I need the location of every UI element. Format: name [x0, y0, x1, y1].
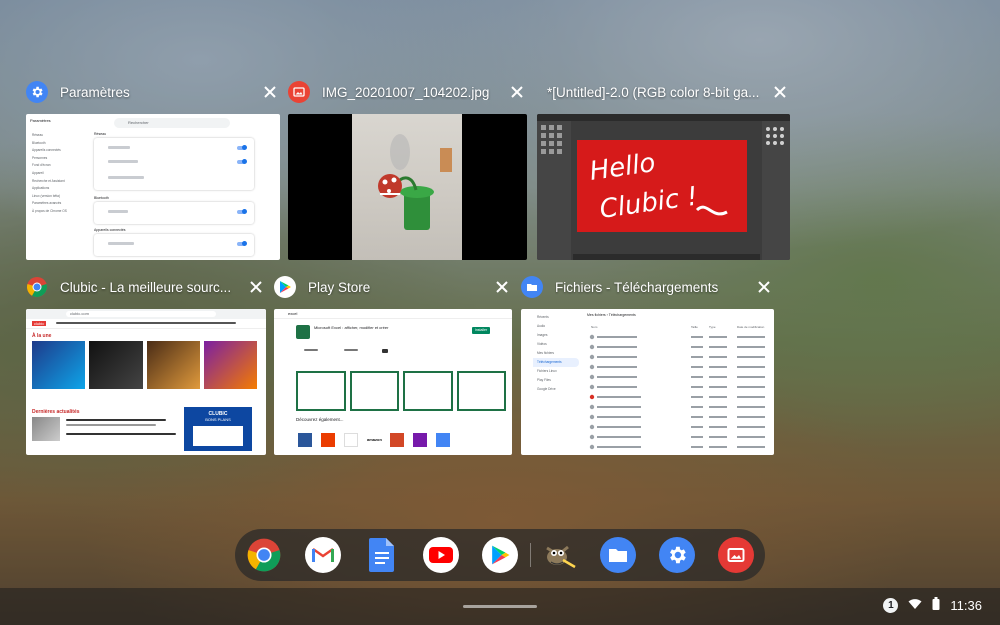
- window-title: Play Store: [308, 279, 371, 295]
- network-card: [94, 138, 254, 190]
- gimp-icon[interactable]: [541, 537, 577, 573]
- file-list: [587, 333, 770, 455]
- youtube-icon[interactable]: [423, 537, 459, 573]
- window-card-gimp[interactable]: *[Untitled]-2.0 (RGB color 8-bit ga... H…: [537, 80, 790, 260]
- section-heading: Réseau: [94, 132, 107, 136]
- window-thumbnail: clubic.com clubic À la une Dernières act…: [26, 309, 266, 455]
- site-logo: clubic: [32, 321, 47, 326]
- notification-badge[interactable]: 1: [883, 597, 899, 613]
- promo-banner: CLUBIC BONS PLANS: [184, 407, 252, 451]
- window-thumbnail: Récents Audio Images Vidéos Mes fichiers Té…: [521, 309, 774, 455]
- window-card-playstore[interactable]: Play Store excel Microsoft Excel : affic…: [274, 275, 512, 455]
- window-header: Play Store: [274, 275, 512, 299]
- section-heading: Appareils connectés: [94, 228, 126, 232]
- window-thumbnail: Hello Clubic !: [537, 114, 790, 260]
- section-heading: À la une: [32, 333, 52, 339]
- window-card-chrome[interactable]: Clubic - La meilleure sourc... clubic.co…: [26, 275, 266, 455]
- window-header: Clubic - La meilleure sourc...: [26, 275, 266, 299]
- file-list-header: Nom Taille Type Date de modification: [591, 325, 765, 329]
- section-heading: Dernières actualités: [32, 409, 80, 415]
- url-bar: clubic.com: [66, 311, 216, 317]
- page-title: Paramètres: [30, 118, 51, 123]
- window-header: IMG_20201007_104202.jpg: [288, 80, 527, 104]
- bluetooth-card: [94, 202, 254, 224]
- close-icon[interactable]: [770, 82, 790, 102]
- gimp-statusbar: [573, 254, 760, 260]
- gimp-canvas: Hello Clubic !: [577, 140, 747, 232]
- section-heading: Bluetooth: [94, 196, 109, 200]
- browser-toolbar: clubic.com: [26, 309, 266, 319]
- section-heading: Découvrez également...: [296, 417, 344, 422]
- search-input: Rechercher: [114, 118, 230, 128]
- gimp-dock: [762, 121, 790, 260]
- battery-icon: [932, 597, 940, 613]
- shelf-separator: [530, 543, 531, 567]
- window-card-image[interactable]: IMG_20201007_104202.jpg: [288, 80, 527, 260]
- chrome-icon[interactable]: [246, 537, 282, 573]
- settings-sidebar: Réseau Bluetooth Appareils connectés Person…: [32, 133, 67, 213]
- clock: 11:36: [950, 597, 982, 613]
- window-title: IMG_20201007_104202.jpg: [322, 84, 490, 100]
- home-handle[interactable]: [463, 605, 537, 608]
- photo-preview: [352, 114, 462, 260]
- breadcrumb: Mes fichiers › Téléchargements: [587, 313, 636, 317]
- window-title: *[Untitled]-2.0 (RGB color 8-bit ga...: [547, 84, 760, 100]
- window-title: Clubic - La meilleure sourc...: [60, 279, 232, 295]
- window-title: Fichiers - Téléchargements: [555, 279, 719, 295]
- shelf: [235, 529, 765, 581]
- close-icon[interactable]: [754, 277, 774, 297]
- status-area[interactable]: 1 11:36: [883, 597, 982, 613]
- headline-grid: [32, 341, 257, 389]
- window-header: Paramètres: [26, 80, 280, 104]
- settings-icon: [26, 81, 48, 103]
- screenshots-row: [296, 371, 506, 411]
- site-nav: clubic: [26, 319, 266, 329]
- gimp-menubar: [537, 114, 790, 121]
- window-card-settings[interactable]: Paramètres Rechercher Paramètres Réseau B…: [26, 80, 280, 260]
- excel-icon: [296, 325, 310, 339]
- window-header: Fichiers - Téléchargements: [521, 275, 774, 299]
- chrome-icon: [26, 276, 48, 298]
- window-thumbnail: excel Microsoft Excel : afficher, modifi…: [274, 309, 512, 455]
- docs-icon[interactable]: [364, 537, 400, 573]
- canvas-text: Hello: [588, 148, 657, 187]
- gallery-icon[interactable]: [718, 537, 754, 573]
- search-bar: excel: [274, 309, 512, 319]
- files-sidebar: Récents Audio Images Vidéos Mes fichiers Té…: [521, 309, 579, 455]
- window-header: *[Untitled]-2.0 (RGB color 8-bit ga...: [537, 80, 790, 104]
- gmail-icon[interactable]: [305, 537, 341, 573]
- window-thumbnail: Rechercher Paramètres Réseau Bluetooth App…: [26, 114, 280, 260]
- window-thumbnail: [288, 114, 527, 260]
- close-icon[interactable]: [492, 277, 512, 297]
- window-title: Paramètres: [60, 84, 130, 100]
- play-store-icon[interactable]: [482, 537, 518, 573]
- files-icon[interactable]: [600, 537, 636, 573]
- app-icons-row: amazon: [298, 433, 450, 447]
- gallery-icon: [288, 81, 310, 103]
- article-image: [32, 417, 60, 441]
- wifi-icon: [908, 598, 922, 613]
- files-icon: [521, 276, 543, 298]
- window-card-files[interactable]: Fichiers - Téléchargements Récents Audio I…: [521, 275, 774, 455]
- app-title: Microsoft Excel : afficher, modifier et …: [314, 325, 389, 330]
- close-icon[interactable]: [246, 277, 266, 297]
- install-button: Installer: [472, 327, 490, 334]
- settings-icon[interactable]: [659, 537, 695, 573]
- close-icon[interactable]: [260, 82, 280, 102]
- close-icon[interactable]: [507, 82, 527, 102]
- gimp-toolbox: [537, 121, 571, 260]
- canvas-text: Clubic !: [598, 182, 700, 225]
- devices-card: [94, 234, 254, 256]
- play-store-icon: [274, 276, 296, 298]
